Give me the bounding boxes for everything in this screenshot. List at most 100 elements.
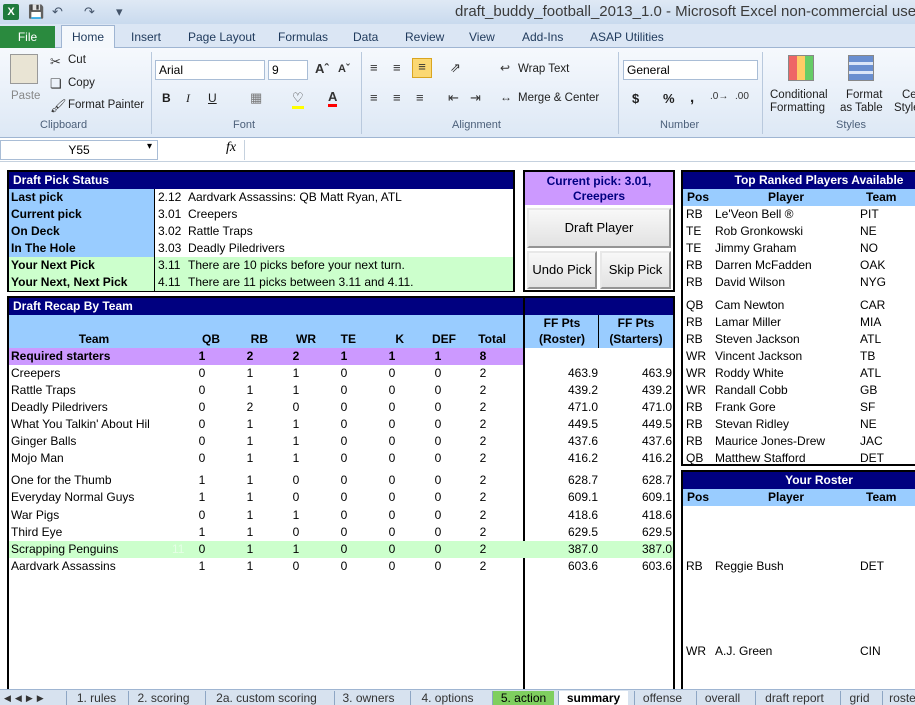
number-format-select[interactable]: General (623, 60, 758, 80)
skip-pick-button[interactable]: Skip Pick (600, 251, 671, 289)
player-team[interactable]: NYG (860, 274, 910, 291)
cut-button[interactable]: Cut (68, 54, 86, 66)
format-as-table-label[interactable]: Format (846, 89, 882, 101)
borders-icon[interactable]: ▦ (250, 90, 262, 106)
team-name[interactable]: What You Talkin' About Hil (11, 416, 186, 433)
name-box[interactable]: Y55 (0, 140, 158, 160)
player-pos[interactable]: WR (686, 348, 712, 365)
tab-file[interactable]: File (0, 26, 55, 48)
player-pos[interactable]: QB (686, 297, 712, 314)
player-pos[interactable]: RB (686, 314, 712, 331)
bold-button[interactable]: B (162, 91, 171, 105)
player-team[interactable]: PIT (860, 206, 910, 223)
player-team[interactable]: TB (860, 348, 910, 365)
undo-icon[interactable]: ↶ (52, 4, 63, 20)
tab-add-ins[interactable]: Add-Ins (522, 30, 563, 44)
team-name[interactable]: Mojo Man (11, 450, 186, 467)
cell-styles-sublabel[interactable]: Style (894, 102, 915, 114)
player-pos[interactable]: RB (686, 257, 712, 274)
sheet-tab[interactable]: overall (696, 691, 748, 705)
player-team[interactable]: GB (860, 382, 910, 399)
player-pos[interactable]: RB (686, 399, 712, 416)
player-pos[interactable]: RB (686, 433, 712, 450)
tab-asap-utilities[interactable]: ASAP Utilities (590, 30, 664, 44)
percent-button[interactable]: % (663, 91, 675, 106)
tab-insert[interactable]: Insert (131, 30, 161, 44)
team-name[interactable]: Third Eye (11, 524, 186, 541)
player-team[interactable]: NE (860, 223, 910, 240)
player-pos[interactable]: WR (686, 365, 712, 382)
increase-decimal-icon[interactable]: .0→ (710, 91, 728, 102)
player-name[interactable]: David Wilson (715, 274, 855, 291)
sheet-tab[interactable]: 1. rules (66, 691, 126, 705)
font-name-select[interactable]: Arial (155, 60, 265, 80)
team-name[interactable]: Rattle Traps (11, 382, 186, 399)
player-pos[interactable]: RB (686, 206, 712, 223)
undo-pick-button[interactable]: Undo Pick (527, 251, 597, 289)
player-name[interactable]: Jimmy Graham (715, 240, 855, 257)
player-pos[interactable]: QB (686, 450, 712, 467)
save-icon[interactable]: 💾 (28, 4, 44, 20)
draft-player-button[interactable]: Draft Player (527, 208, 671, 248)
tab-home[interactable]: Home (61, 25, 115, 49)
team-name[interactable]: Scrapping Penguins (11, 541, 186, 558)
player-team[interactable]: MIA (860, 314, 910, 331)
sheet-tab[interactable]: 4. options (410, 691, 484, 705)
decrease-decimal-icon[interactable]: .00 (735, 91, 749, 102)
team-name[interactable]: Deadly Piledrivers (11, 399, 186, 416)
player-name[interactable]: Lamar Miller (715, 314, 855, 331)
team-name[interactable]: Ginger Balls (11, 433, 186, 450)
align-center-icon[interactable]: ≡ (393, 90, 401, 105)
player-pos[interactable]: RB (686, 331, 712, 348)
tab-data[interactable]: Data (353, 30, 378, 44)
player-name[interactable]: Roddy White (715, 365, 855, 382)
tab-view[interactable]: View (469, 30, 495, 44)
player-name[interactable]: Frank Gore (715, 399, 855, 416)
player-team[interactable]: NO (860, 240, 910, 257)
shrink-font-icon[interactable]: Aˇ (338, 63, 350, 75)
player-pos[interactable]: RB (686, 274, 712, 291)
player-name[interactable]: Randall Cobb (715, 382, 855, 399)
align-right-icon[interactable]: ≡ (416, 90, 424, 105)
sheet-tab[interactable]: summary (558, 691, 628, 705)
player-pos[interactable]: RB (686, 416, 712, 433)
quick-access-dropdown-icon[interactable]: ▾ (116, 4, 123, 20)
wrap-text-button[interactable]: Wrap Text (518, 63, 569, 75)
orientation-icon[interactable]: ⇗ (450, 60, 461, 76)
paste-button[interactable]: Paste (11, 90, 40, 102)
name-box-dropdown-icon[interactable]: ▾ (147, 141, 152, 152)
tab-review[interactable]: Review (405, 30, 444, 44)
cell-styles-label[interactable]: Ce (902, 89, 915, 101)
italic-button[interactable]: I (186, 91, 190, 106)
font-color-icon[interactable]: A (328, 89, 338, 107)
comma-button[interactable]: , (690, 89, 694, 106)
player-team[interactable]: ATL (860, 331, 910, 348)
align-top-icon[interactable]: ≡ (370, 60, 378, 75)
sheet-tab[interactable]: 5. action (492, 691, 554, 705)
player-name[interactable]: Maurice Jones-Drew (715, 433, 855, 450)
underline-button[interactable]: U (208, 91, 217, 105)
team-name[interactable]: Creepers (11, 365, 186, 382)
sheet-tab[interactable]: offense (634, 691, 690, 705)
redo-icon[interactable]: ↷ (84, 4, 95, 20)
team-name[interactable]: War Pigs (11, 507, 186, 524)
sheet-tab[interactable]: 3. owners (334, 691, 402, 705)
player-team[interactable]: ATL (860, 365, 910, 382)
copy-button[interactable]: Copy (68, 77, 95, 89)
player-name[interactable]: Darren McFadden (715, 257, 855, 274)
player-name[interactable]: Rob Gronkowski (715, 223, 855, 240)
sheet-nav-icon[interactable]: ◀◀▶▶ (4, 691, 48, 705)
sheet-tab[interactable]: roste (882, 691, 915, 705)
format-painter-button[interactable]: Format Painter (68, 99, 144, 111)
paste-icon[interactable] (10, 54, 38, 84)
tab-page-layout[interactable]: Page Layout (188, 30, 255, 44)
team-name[interactable]: Everyday Normal Guys (11, 489, 186, 506)
sheet-tab[interactable]: draft report (755, 691, 833, 705)
team-name[interactable]: Aardvark Assassins (11, 558, 186, 575)
font-size-select[interactable]: 9 (268, 60, 308, 80)
player-name[interactable]: Matthew Stafford (715, 450, 855, 467)
player-name[interactable]: Vincent Jackson (715, 348, 855, 365)
sheet-tab[interactable]: grid (840, 691, 878, 705)
grow-font-icon[interactable]: Aˆ (315, 61, 329, 76)
currency-button[interactable]: $ (632, 91, 639, 106)
